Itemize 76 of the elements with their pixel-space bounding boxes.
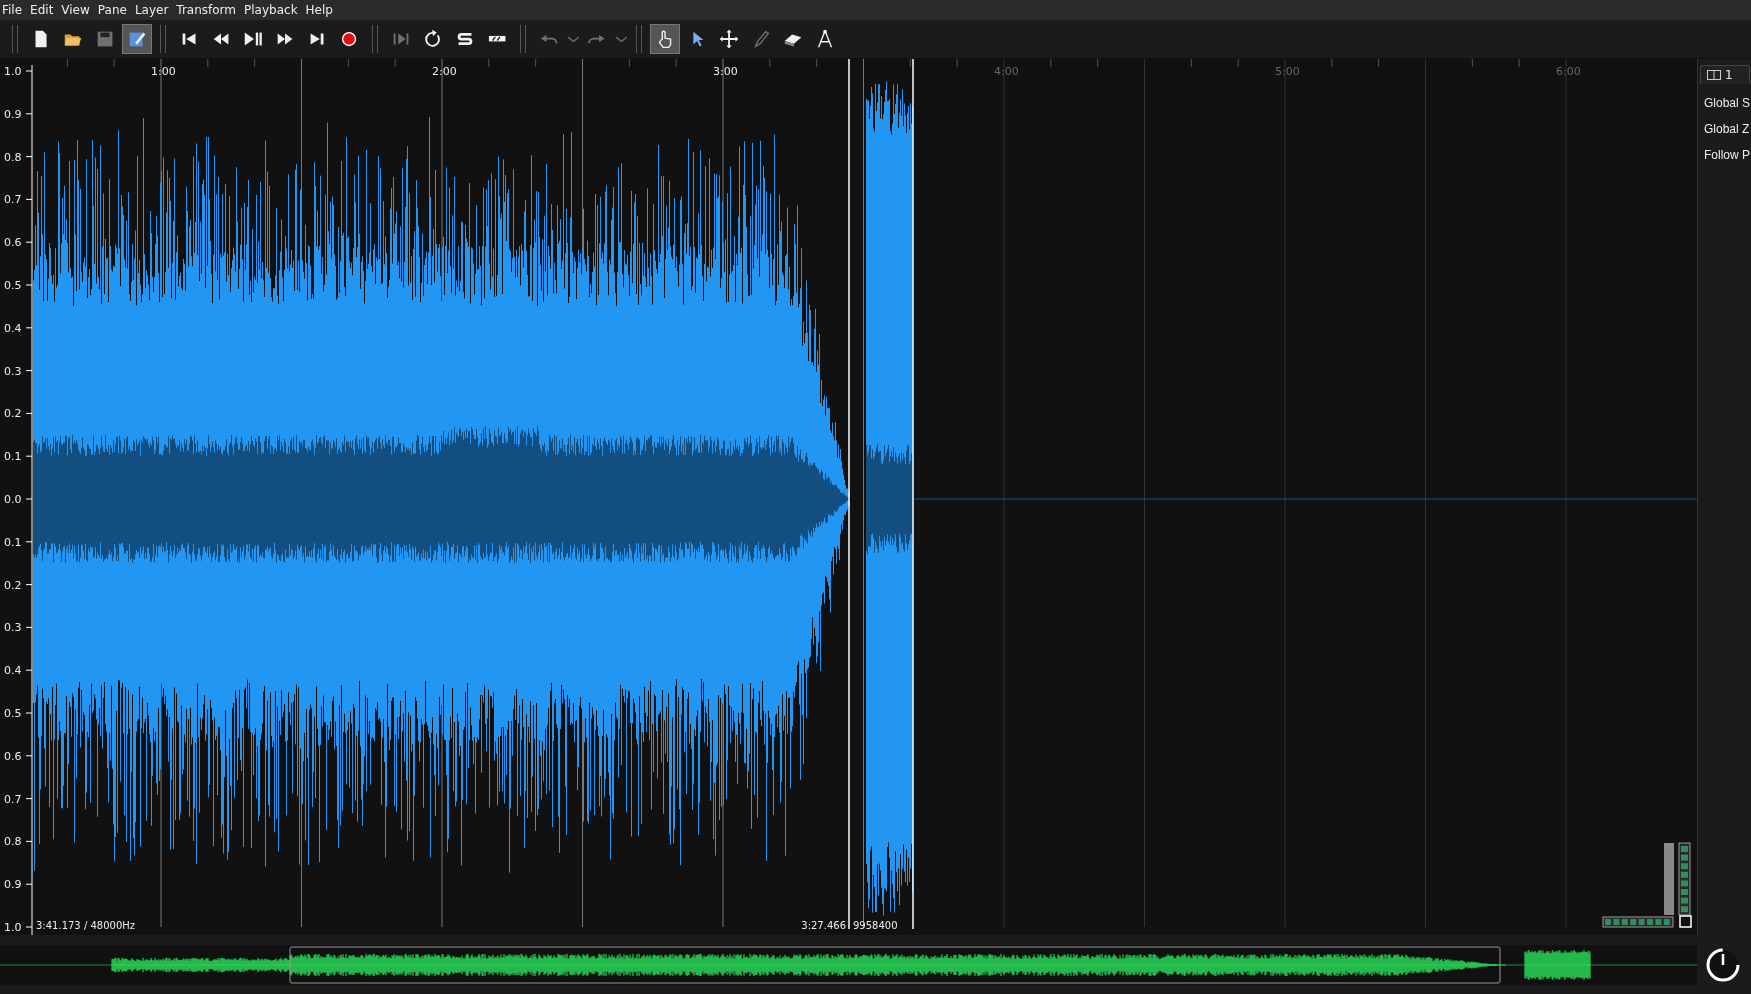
speed-icon xyxy=(487,35,507,43)
scale-label: 0.4 xyxy=(4,321,22,335)
menu-item[interactable]: Pane xyxy=(95,3,133,17)
move-icon xyxy=(717,27,741,51)
navigate-button[interactable] xyxy=(650,24,680,54)
time-label: 3:00 xyxy=(713,65,738,78)
grid-line xyxy=(1378,59,1380,68)
menu-item[interactable]: View xyxy=(59,3,96,17)
grid-line xyxy=(1190,59,1192,68)
scale-label: 0.5 xyxy=(4,707,22,720)
time-label: 1:00 xyxy=(151,65,176,78)
cursor-time: 3:27.466 xyxy=(801,920,846,931)
scale-label: 0.1 xyxy=(4,535,22,549)
grid-line xyxy=(394,59,396,68)
scale-label: 0.3 xyxy=(4,364,22,378)
undo-icon xyxy=(540,33,558,45)
scale-label: 0.9 xyxy=(4,878,22,892)
menu-item[interactable]: Edit xyxy=(28,3,60,17)
property-label: Follow P xyxy=(1704,148,1751,162)
toggle-square[interactable] xyxy=(1679,915,1692,928)
pane-tab[interactable]: 1 xyxy=(1700,65,1750,84)
menu-item[interactable]: Transform xyxy=(174,3,243,17)
grid-line xyxy=(113,59,115,68)
scale-label: 0.8 xyxy=(4,150,22,164)
scale-label: 0.9 xyxy=(4,107,22,121)
grid-line xyxy=(66,59,68,68)
grid-line xyxy=(254,59,256,68)
time-label: 6:00 xyxy=(1556,65,1581,78)
scale-label: 0.7 xyxy=(4,193,22,207)
scale-label: 0.2 xyxy=(4,578,22,592)
overview-panel[interactable] xyxy=(0,943,1697,987)
time-label: 4:00 xyxy=(994,65,1019,78)
grid-line xyxy=(909,59,911,68)
dropdown-icon xyxy=(566,35,580,43)
scale-label: 0.3 xyxy=(4,621,22,635)
scale-label: 0.6 xyxy=(4,749,22,763)
property-label: Global Z xyxy=(1704,122,1751,136)
menu-item[interactable]: Layer xyxy=(132,3,175,17)
grid-line xyxy=(816,59,818,68)
panes-icon xyxy=(1707,70,1721,80)
scale-label: 1.0 xyxy=(4,921,22,934)
grid-line xyxy=(628,59,630,68)
menu-item[interactable]: Playback xyxy=(242,3,304,17)
cursor-frame: 9958400 xyxy=(853,920,898,931)
scale-label: 0.6 xyxy=(4,236,22,250)
grid-line xyxy=(1471,59,1473,68)
menu-item[interactable]: Help xyxy=(303,3,339,17)
grid-line xyxy=(1050,59,1052,68)
grid-line xyxy=(956,59,958,68)
grid-line xyxy=(535,59,537,68)
redo-icon xyxy=(588,33,606,45)
grid-line xyxy=(769,59,771,68)
dropdown-icon xyxy=(614,35,628,43)
time-label: 5:00 xyxy=(1275,65,1300,78)
horizontal-meter xyxy=(1602,916,1674,928)
scale-label: 0.2 xyxy=(4,407,22,421)
property-label: Global S xyxy=(1704,96,1751,110)
grid-line xyxy=(207,59,209,68)
scale-label: 0.7 xyxy=(4,792,22,806)
grid-line xyxy=(1097,59,1099,68)
annotate-button[interactable] xyxy=(122,24,152,54)
grid-line xyxy=(1237,59,1239,68)
time-label: 2:00 xyxy=(432,65,457,78)
menu-item[interactable]: File xyxy=(0,3,29,17)
grid-line xyxy=(347,59,349,68)
scale-label: 0.8 xyxy=(4,835,22,849)
scale-label: 0.4 xyxy=(4,664,22,678)
scale-label: 1.0 xyxy=(4,65,22,78)
grid-line xyxy=(675,59,677,68)
grid-line xyxy=(1331,59,1333,68)
status-text: 3:41.173 / 48000Hz xyxy=(36,920,136,931)
scale-label: 0.0 xyxy=(4,493,22,506)
grid-line xyxy=(488,59,490,68)
grid-line xyxy=(1518,59,1520,68)
scale-label: 0.5 xyxy=(4,279,22,292)
scale-label: 0.1 xyxy=(4,450,22,464)
